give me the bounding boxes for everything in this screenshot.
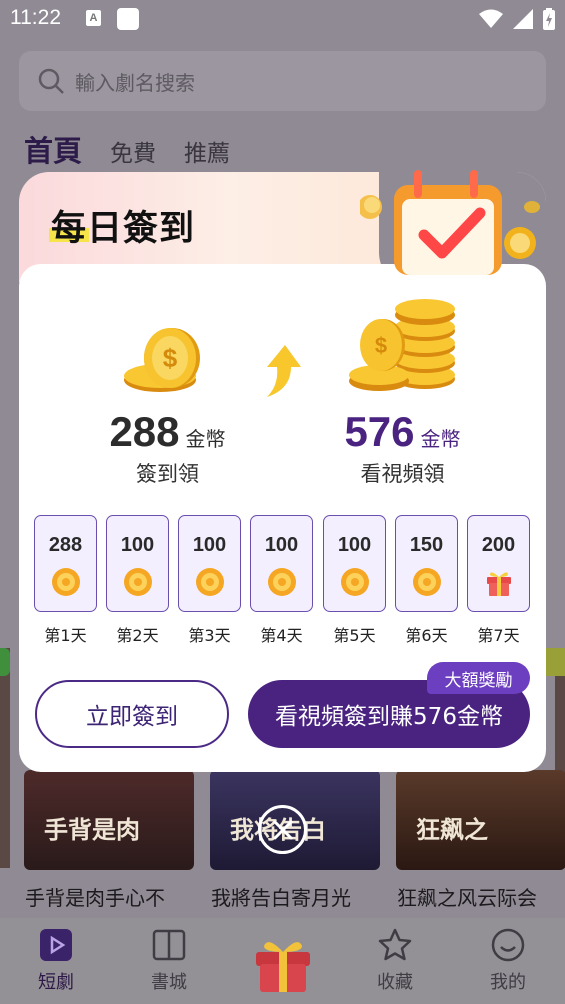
nav-profile[interactable]: 我的	[468, 928, 548, 994]
reward-amount: 288	[109, 408, 180, 455]
nav-label: 短劇	[38, 972, 74, 993]
tab-recommend[interactable]: 推薦	[184, 134, 230, 168]
coin-icon	[267, 568, 296, 596]
coin-icon	[195, 568, 224, 596]
day-value: 100	[337, 534, 372, 556]
arrow-up-icon	[267, 345, 301, 397]
poster-title: 狂飙之	[416, 816, 488, 844]
drama-title[interactable]: 我將告白寄月光	[211, 882, 351, 911]
day-label: 第5天	[333, 626, 376, 645]
day-box-6: 150	[395, 515, 458, 612]
drama-poster[interactable]: 手背是肉	[24, 770, 194, 870]
calendar-icon	[360, 170, 540, 275]
search-input[interactable]: 輸入劇名搜索	[75, 67, 195, 96]
bonus-badge: 大額獎勵	[427, 662, 530, 694]
profile-icon	[491, 928, 525, 962]
day-box-3: 100	[178, 515, 241, 612]
day-box-4: 100	[250, 515, 313, 612]
coin-stack-icon: $	[124, 328, 200, 392]
search-icon	[38, 68, 64, 94]
svg-text:$: $	[163, 343, 178, 373]
star-icon	[378, 928, 412, 961]
reward-unit: 金幣	[185, 427, 226, 451]
day-label: 第6天	[405, 626, 448, 645]
battery-icon	[543, 8, 555, 30]
reward-caption: 簽到領	[136, 462, 199, 486]
video-reward: 576 金幣 看視頻領	[320, 408, 485, 488]
nav-favorites[interactable]: 收藏	[355, 928, 435, 994]
day-value: 100	[192, 534, 227, 556]
gift-icon[interactable]	[250, 934, 316, 994]
app-notification-icon: A	[86, 10, 101, 26]
reward-amount: 576	[344, 408, 415, 455]
day-value: 288	[48, 534, 83, 556]
day-box-1: 288	[34, 515, 97, 612]
day-box-2: 100	[106, 515, 169, 612]
coin-pile-icon: $	[349, 299, 455, 391]
coin-icon	[51, 568, 80, 596]
reward-caption: 看視頻領	[360, 462, 445, 486]
search-bar[interactable]: 輸入劇名搜索	[19, 51, 546, 111]
nav-label: 書城	[151, 972, 187, 993]
tag-badge-left	[0, 648, 10, 676]
status-bar: 11:22 A	[0, 0, 565, 38]
play-icon	[40, 929, 72, 961]
day-value: 100	[264, 534, 299, 556]
gift-icon	[486, 572, 511, 596]
day-box-7: 200	[467, 515, 530, 612]
day-label: 第3天	[188, 626, 231, 645]
reward-unit: 金幣	[420, 427, 461, 451]
drama-title[interactable]: 狂飙之风云际会	[397, 882, 537, 911]
partial-card-left	[0, 648, 10, 868]
status-time: 11:22	[10, 6, 61, 29]
checkin-reward: 288 金幣 簽到領	[85, 408, 250, 488]
drama-title[interactable]: 手背是肉手心不	[25, 882, 165, 911]
modal-title: 每日簽到	[51, 209, 196, 249]
tab-free[interactable]: 免費	[110, 134, 156, 168]
close-button[interactable]	[258, 805, 307, 854]
day-box-5: 100	[323, 515, 386, 612]
day-label: 第4天	[260, 626, 303, 645]
nav-bookstore[interactable]: 書城	[129, 928, 209, 994]
nav-label: 收藏	[377, 972, 413, 993]
day-value: 200	[481, 534, 516, 556]
close-icon	[273, 820, 292, 839]
nav-shorts[interactable]: 短劇	[16, 928, 96, 994]
svg-text:$: $	[375, 333, 387, 358]
day-label: 第1天	[44, 626, 87, 645]
book-icon	[152, 929, 186, 961]
tab-home[interactable]: 首頁	[24, 128, 82, 170]
day-label: 第2天	[116, 626, 159, 645]
coin-icon	[340, 568, 369, 596]
coin-icon	[123, 568, 152, 596]
day-value: 150	[409, 534, 444, 556]
drama-poster[interactable]: 狂飙之	[396, 770, 565, 870]
nav-label: 我的	[490, 972, 526, 993]
day-label: 第7天	[477, 626, 520, 645]
day-value: 100	[120, 534, 155, 556]
checkin-now-button[interactable]: 立即簽到	[35, 680, 229, 748]
status-icons	[479, 8, 555, 30]
signal-icon	[513, 9, 533, 29]
top-tabs: 首頁 免費 推薦	[24, 128, 230, 170]
coin-icon	[412, 568, 441, 596]
notification-square-icon	[117, 8, 139, 30]
poster-title: 手背是肉	[44, 816, 140, 844]
wifi-icon	[479, 9, 503, 28]
